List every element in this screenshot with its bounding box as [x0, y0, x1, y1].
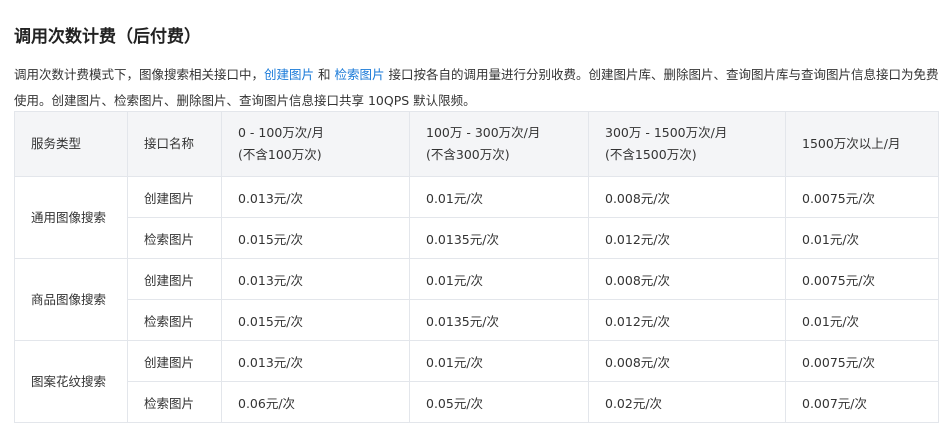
billing-description: 调用次数计费模式下，图像搜索相关接口中，创建图片 和 检索图片 接口按各自的调用…	[14, 62, 939, 114]
table-header-row: 服务类型 接口名称 0 - 100万次/月 (不含100万次) 100万 - 3…	[14, 111, 939, 177]
api-name-cell: 检索图片	[127, 217, 222, 259]
tier-range: 1500万次以上/月	[802, 136, 901, 151]
column-header-api: 接口名称	[127, 111, 222, 177]
page-title: 调用次数计费（后付费）	[14, 27, 201, 48]
api-name-cell: 创建图片	[127, 176, 222, 218]
api-name-cell: 创建图片	[127, 258, 222, 300]
price-cell: 0.02元/次	[588, 381, 786, 423]
api-name-cell: 创建图片	[127, 340, 222, 382]
price-cell: 0.0135元/次	[409, 217, 589, 259]
table-row: 商品图像搜索 创建图片 0.013元/次 0.01元/次 0.008元/次 0.…	[14, 258, 939, 341]
price-cell: 0.01元/次	[409, 340, 589, 382]
tier-note: (不含1500万次)	[605, 147, 697, 162]
price-cell: 0.01元/次	[409, 176, 589, 218]
price-cell: 0.012元/次	[588, 299, 786, 341]
pricing-table: 服务类型 接口名称 0 - 100万次/月 (不含100万次) 100万 - 3…	[14, 111, 939, 423]
service-type-cell: 通用图像搜索	[14, 176, 128, 259]
table-row: 通用图像搜索 创建图片 0.013元/次 0.01元/次 0.008元/次 0.…	[14, 176, 939, 259]
table-row: 检索图片 0.015元/次 0.0135元/次 0.012元/次 0.01元/次	[15, 299, 939, 341]
price-cell: 0.015元/次	[221, 217, 410, 259]
description-text: 和	[314, 66, 335, 82]
create-image-link[interactable]: 创建图片	[264, 67, 314, 82]
service-type-cell: 图案花纹搜索	[14, 340, 128, 423]
column-header-tier-2: 100万 - 300万次/月 (不含300万次)	[409, 111, 589, 177]
price-cell: 0.008元/次	[588, 340, 786, 382]
description-text: 调用次数计费模式下，图像搜索相关接口中，	[14, 66, 265, 82]
tier-range: 300万 - 1500万次/月	[605, 125, 728, 140]
service-type-cell: 商品图像搜索	[14, 258, 128, 341]
price-cell: 0.01元/次	[785, 217, 939, 259]
price-cell: 0.013元/次	[221, 340, 410, 382]
column-header-service: 服务类型	[14, 111, 128, 177]
price-cell: 0.008元/次	[588, 176, 786, 218]
table-row: 图案花纹搜索 创建图片 0.013元/次 0.01元/次 0.008元/次 0.…	[14, 340, 939, 423]
price-cell: 0.01元/次	[409, 258, 589, 300]
price-cell: 0.0075元/次	[785, 258, 939, 300]
price-cell: 0.0075元/次	[785, 340, 939, 382]
tier-range: 100万 - 300万次/月	[426, 125, 541, 140]
price-cell: 0.0135元/次	[409, 299, 589, 341]
price-cell: 0.013元/次	[221, 176, 410, 218]
tier-range: 0 - 100万次/月	[238, 125, 324, 140]
tier-note: (不含100万次)	[238, 147, 322, 162]
search-image-link[interactable]: 检索图片	[334, 67, 384, 82]
price-cell: 0.015元/次	[221, 299, 410, 341]
api-name-cell: 检索图片	[127, 299, 222, 341]
price-cell: 0.008元/次	[588, 258, 786, 300]
price-cell: 0.007元/次	[785, 381, 939, 423]
price-cell: 0.012元/次	[588, 217, 786, 259]
price-cell: 0.06元/次	[221, 381, 410, 423]
tier-note: (不含300万次)	[426, 147, 510, 162]
price-cell: 0.0075元/次	[785, 176, 939, 218]
column-header-tier-4: 1500万次以上/月	[785, 111, 939, 177]
table-row: 检索图片 0.015元/次 0.0135元/次 0.012元/次 0.01元/次	[15, 217, 939, 259]
api-name-cell: 检索图片	[127, 381, 222, 423]
price-cell: 0.05元/次	[409, 381, 589, 423]
price-cell: 0.013元/次	[221, 258, 410, 300]
column-header-tier-1: 0 - 100万次/月 (不含100万次)	[221, 111, 410, 177]
price-cell: 0.01元/次	[785, 299, 939, 341]
table-row: 检索图片 0.06元/次 0.05元/次 0.02元/次 0.007元/次	[15, 381, 939, 423]
column-header-tier-3: 300万 - 1500万次/月 (不含1500万次)	[588, 111, 786, 177]
